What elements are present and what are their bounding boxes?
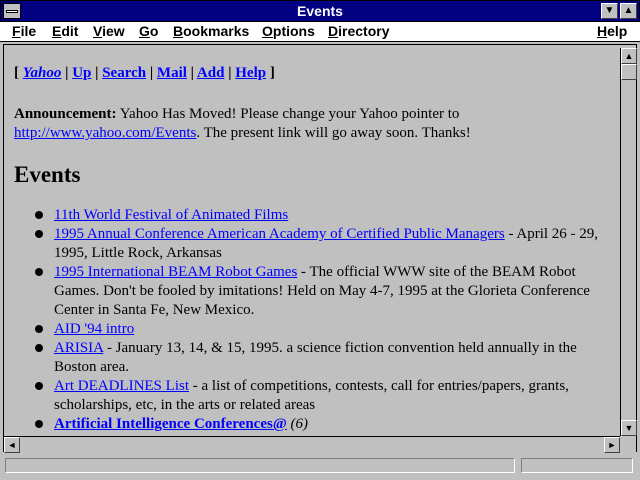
list-item: ARISIA - January 13, 14, & 15, 1995. a s… bbox=[14, 339, 609, 377]
event-link[interactable]: AID '94 intro bbox=[54, 321, 134, 337]
status-bar bbox=[3, 455, 637, 477]
list-item: 1995 International BEAM Robot Games - Th… bbox=[14, 263, 609, 320]
event-link[interactable]: ARISIA bbox=[54, 340, 103, 356]
nav-link-help[interactable]: Help bbox=[235, 65, 266, 81]
status-text bbox=[5, 458, 515, 473]
menu-help[interactable]: Help bbox=[597, 23, 627, 39]
minimize-icon: ▼ bbox=[604, 5, 615, 16]
nav-sep: | bbox=[95, 65, 99, 81]
bullet-icon bbox=[35, 211, 43, 219]
nav-link-search[interactable]: Search bbox=[102, 65, 146, 81]
announcement: Announcement: Yahoo Has Moved! Please ch… bbox=[14, 105, 604, 143]
nav-sep: | bbox=[190, 65, 194, 81]
menu-directory[interactable]: Directory bbox=[328, 23, 389, 39]
maximize-button[interactable]: ▲ bbox=[620, 3, 637, 19]
browser-window: Events ▼ ▲ File Edit View Go Bookmarks O… bbox=[0, 0, 640, 480]
nav-sep: | bbox=[149, 65, 154, 81]
event-link[interactable]: 11th World Festival of Animated Films bbox=[54, 207, 288, 223]
list-item: Art DEADLINES List - a list of competiti… bbox=[14, 377, 609, 415]
list-item: AID '94 intro bbox=[14, 320, 609, 339]
horizontal-scrollbar[interactable]: ◄ ► bbox=[4, 436, 620, 453]
events-list: 11th World Festival of Animated Films 19… bbox=[14, 206, 609, 434]
arrow-left-icon: ◄ bbox=[7, 440, 17, 450]
scroll-down-button[interactable]: ▼ bbox=[621, 420, 637, 436]
announcement-text-end: . The present link will go away soon. Th… bbox=[196, 125, 471, 141]
title-bar[interactable]: Events ▼ ▲ bbox=[0, 0, 640, 22]
arrow-down-icon: ▼ bbox=[624, 423, 634, 433]
progress-indicator bbox=[521, 458, 633, 473]
menu-edit[interactable]: Edit bbox=[52, 23, 78, 39]
page-content: [ Yahoo | Up | Search | Mail | Add | Hel… bbox=[4, 48, 619, 436]
vertical-scrollbar[interactable]: ▲ ▼ bbox=[620, 48, 637, 436]
nav-bracket-close: ] bbox=[269, 65, 275, 81]
nav-sep: | bbox=[228, 65, 232, 81]
menu-view[interactable]: View bbox=[93, 23, 125, 39]
event-link[interactable]: Art DEADLINES List bbox=[54, 378, 189, 394]
scroll-corner bbox=[620, 436, 636, 452]
announcement-text: Yahoo Has Moved! Please change your Yaho… bbox=[116, 106, 460, 122]
menu-bar: File Edit View Go Bookmarks Options Dire… bbox=[0, 22, 640, 42]
nav-link-up[interactable]: Up bbox=[72, 65, 91, 81]
menu-bookmarks[interactable]: Bookmarks bbox=[173, 23, 249, 39]
nav-links: [ Yahoo | Up | Search | Mail | Add | Hel… bbox=[14, 65, 275, 82]
page-heading: Events bbox=[14, 162, 81, 187]
nav-link-add[interactable]: Add bbox=[197, 65, 225, 81]
list-item: 1995 Annual Conference American Academy … bbox=[14, 225, 609, 263]
bullet-icon bbox=[35, 268, 43, 276]
bullet-icon bbox=[35, 420, 43, 428]
arrow-right-icon: ► bbox=[607, 440, 617, 450]
window-title: Events bbox=[297, 3, 343, 19]
minimize-button[interactable]: ▼ bbox=[601, 3, 618, 19]
arrow-up-icon: ▲ bbox=[624, 51, 634, 61]
menu-options[interactable]: Options bbox=[262, 23, 315, 39]
list-item: Artificial Intelligence Conferences@ (6) bbox=[14, 415, 609, 434]
bullet-icon bbox=[35, 230, 43, 238]
list-item: 11th World Festival of Animated Films bbox=[14, 206, 609, 225]
nav-bracket-open: [ bbox=[14, 65, 19, 81]
nav-link-mail[interactable]: Mail bbox=[157, 65, 187, 81]
announcement-link[interactable]: http://www.yahoo.com/Events bbox=[14, 125, 196, 141]
menu-file[interactable]: File bbox=[12, 23, 36, 39]
scroll-right-button[interactable]: ► bbox=[604, 437, 620, 453]
bullet-icon bbox=[35, 344, 43, 352]
bullet-icon bbox=[35, 382, 43, 390]
scroll-left-button[interactable]: ◄ bbox=[4, 437, 20, 453]
bullet-icon bbox=[35, 325, 43, 333]
nav-sep: | bbox=[65, 65, 69, 81]
event-link[interactable]: 1995 International BEAM Robot Games bbox=[54, 264, 297, 280]
event-link[interactable]: 1995 Annual Conference American Academy … bbox=[54, 226, 505, 242]
vertical-scroll-thumb[interactable] bbox=[621, 64, 637, 80]
event-link[interactable]: Artificial Intelligence Conferences@ bbox=[54, 416, 287, 432]
announcement-label: Announcement: bbox=[14, 106, 117, 122]
maximize-icon: ▲ bbox=[623, 5, 634, 16]
event-desc: - January 13, 14, & 15, 1995. a science … bbox=[54, 340, 577, 375]
scroll-up-button[interactable]: ▲ bbox=[621, 48, 637, 64]
menu-go[interactable]: Go bbox=[139, 23, 158, 39]
event-desc: (6) bbox=[286, 416, 309, 432]
nav-link-yahoo[interactable]: Yahoo bbox=[23, 65, 62, 81]
